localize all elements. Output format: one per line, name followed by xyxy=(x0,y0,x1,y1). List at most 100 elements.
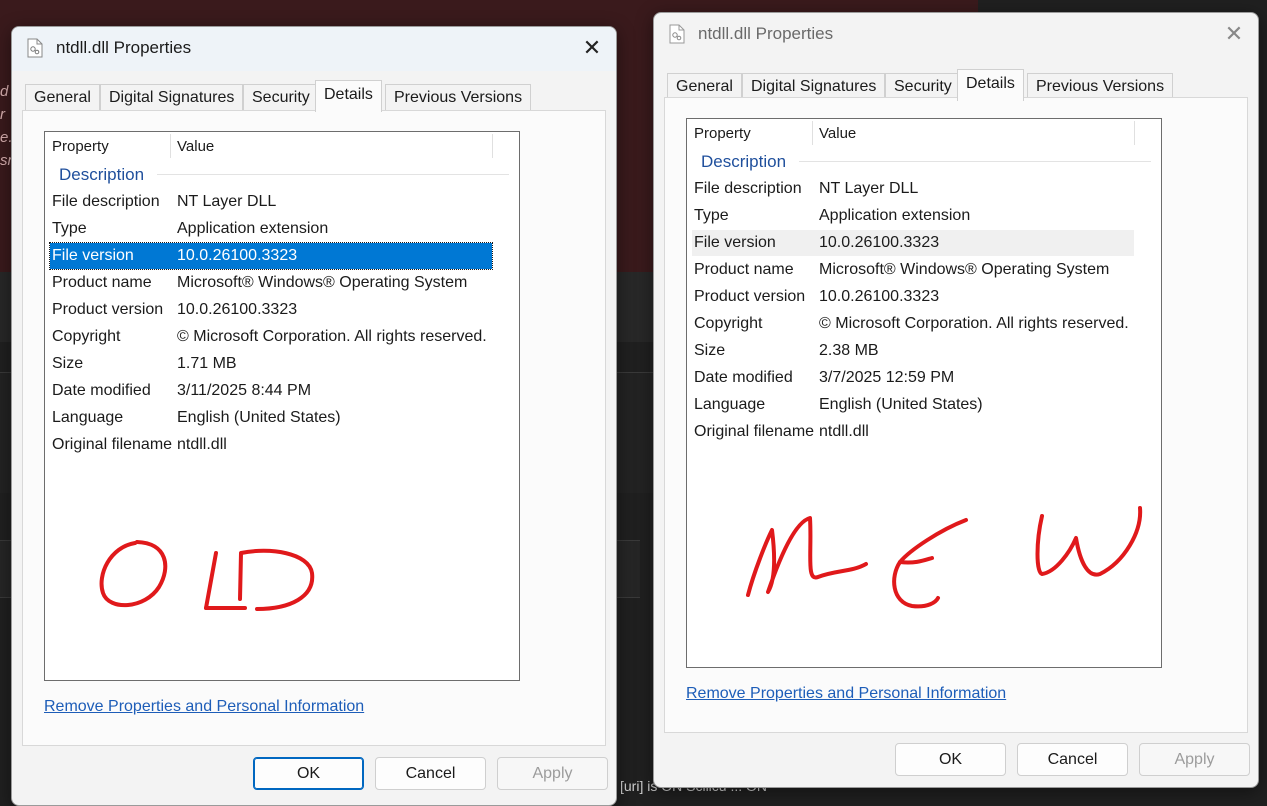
tab-digital-signatures[interactable]: Digital Signatures xyxy=(100,84,244,111)
table-row-selected[interactable]: File version 10.0.26100.3323 xyxy=(49,242,493,270)
window-title: ntdll.dll Properties xyxy=(698,24,834,43)
column-divider[interactable] xyxy=(170,134,171,158)
table-row[interactable]: Size 2.38 MB xyxy=(692,338,1134,364)
property-value: 3/7/2025 12:59 PM xyxy=(819,369,955,386)
property-name: File version xyxy=(52,247,134,264)
details-list[interactable]: Property Value Description File descript… xyxy=(686,118,1162,668)
property-value: ntdll.dll xyxy=(177,436,227,453)
table-row[interactable]: Language English (United States) xyxy=(692,392,1134,418)
property-name: Language xyxy=(694,396,766,413)
group-heading: Description xyxy=(701,152,787,171)
table-row[interactable]: Date modified 3/7/2025 12:59 PM xyxy=(692,365,1134,391)
window-title: ntdll.dll Properties xyxy=(56,38,192,57)
property-value: Application extension xyxy=(177,220,329,237)
tab-digital-signatures[interactable]: Digital Signatures xyxy=(742,73,886,100)
property-value: Microsoft® Windows® Operating System xyxy=(819,261,1110,278)
property-value: English (United States) xyxy=(819,396,983,413)
properties-dialog-new: ntdll.dll Properties ✕ General Digital S… xyxy=(653,12,1259,788)
table-row[interactable]: Type Application extension xyxy=(692,203,1134,229)
details-panel: Property Value Description File descript… xyxy=(22,110,606,746)
list-header: Property Value xyxy=(45,132,493,161)
property-value: 1.71 MB xyxy=(177,355,237,372)
apply-button[interactable]: Apply xyxy=(1139,743,1250,776)
property-value: NT Layer DLL xyxy=(819,180,919,197)
column-divider[interactable] xyxy=(812,121,813,145)
column-header-property[interactable]: Property xyxy=(52,138,109,155)
property-name: Copyright xyxy=(52,328,121,345)
property-value: 10.0.26100.3323 xyxy=(819,234,940,251)
apply-button[interactable]: Apply xyxy=(497,757,608,790)
property-value: NT Layer DLL xyxy=(177,193,277,210)
column-header-value[interactable]: Value xyxy=(819,125,856,142)
ok-button[interactable]: OK xyxy=(253,757,364,790)
property-name: Original filename xyxy=(52,436,173,453)
column-divider[interactable] xyxy=(492,134,493,158)
tab-security[interactable]: Security xyxy=(243,84,319,111)
table-row[interactable]: Copyright © Microsoft Corporation. All ri… xyxy=(692,311,1134,337)
column-divider[interactable] xyxy=(1134,121,1135,145)
table-row[interactable]: Original filename ntdll.dll xyxy=(692,419,1134,445)
tab-previous-versions[interactable]: Previous Versions xyxy=(385,84,532,111)
property-name: Copyright xyxy=(694,315,763,332)
property-value: Application extension xyxy=(819,207,971,224)
property-value: Microsoft® Windows® Operating System xyxy=(177,274,468,291)
property-name: File version xyxy=(694,234,776,251)
tab-general[interactable]: General xyxy=(25,84,100,111)
title-bar[interactable]: ntdll.dll Properties ✕ xyxy=(654,13,1258,57)
property-value: 10.0.26100.3323 xyxy=(819,288,940,305)
column-header-property[interactable]: Property xyxy=(694,125,751,142)
property-value: 2.38 MB xyxy=(819,342,879,359)
property-name: Type xyxy=(694,207,729,224)
group-heading: Description xyxy=(59,165,145,184)
property-name: Product version xyxy=(52,301,164,318)
property-name: Product name xyxy=(52,274,152,291)
close-icon[interactable]: ✕ xyxy=(1222,22,1246,46)
column-header-value[interactable]: Value xyxy=(177,138,214,155)
table-row[interactable]: Original filename ntdll.dll xyxy=(50,432,492,458)
table-row[interactable]: Product name Microsoft® Windows® Operatin… xyxy=(692,257,1134,283)
ok-button[interactable]: OK xyxy=(895,743,1006,776)
table-row[interactable]: Type Application extension xyxy=(50,216,492,242)
remove-properties-link[interactable]: Remove Properties and Personal Informati… xyxy=(44,698,364,716)
table-row-selected[interactable]: File version 10.0.26100.3323 xyxy=(692,230,1134,256)
property-name: Size xyxy=(52,355,84,372)
tab-security[interactable]: Security xyxy=(885,73,961,100)
property-value: 10.0.26100.3323 xyxy=(177,301,298,318)
table-row[interactable]: Product version 10.0.26100.3323 xyxy=(692,284,1134,310)
list-header: Property Value xyxy=(687,119,1135,148)
table-row[interactable]: File description NT Layer DLL xyxy=(692,176,1134,202)
tab-details[interactable]: Details xyxy=(957,69,1024,101)
remove-properties-link[interactable]: Remove Properties and Personal Informati… xyxy=(686,685,1006,703)
details-list[interactable]: Property Value Description File descript… xyxy=(44,131,520,681)
property-value: 3/11/2025 8:44 PM xyxy=(177,382,312,399)
cancel-button[interactable]: Cancel xyxy=(1017,743,1128,776)
property-name: Date modified xyxy=(694,369,793,386)
group-divider xyxy=(799,161,1151,162)
table-row[interactable]: Date modified 3/11/2025 8:44 PM xyxy=(50,378,492,404)
details-panel: Property Value Description File descript… xyxy=(664,97,1248,733)
tab-general[interactable]: General xyxy=(667,73,742,100)
property-name: File description xyxy=(52,193,160,210)
tab-previous-versions[interactable]: Previous Versions xyxy=(1027,73,1174,100)
property-name: Size xyxy=(694,342,726,359)
dll-file-icon xyxy=(27,38,43,58)
table-row[interactable]: Copyright © Microsoft Corporation. All ri… xyxy=(50,324,492,350)
property-name: Language xyxy=(52,409,124,426)
table-row[interactable]: Product version 10.0.26100.3323 xyxy=(50,297,492,323)
table-row[interactable]: Product name Microsoft® Windows® Operatin… xyxy=(50,270,492,296)
property-name: File description xyxy=(694,180,802,197)
table-row[interactable]: Size 1.71 MB xyxy=(50,351,492,377)
property-value: English (United States) xyxy=(177,409,341,426)
cancel-button[interactable]: Cancel xyxy=(375,757,486,790)
close-icon[interactable]: ✕ xyxy=(580,36,604,60)
properties-dialog-old: ntdll.dll Properties ✕ General Digital S… xyxy=(11,26,617,806)
table-row[interactable]: Language English (United States) xyxy=(50,405,492,431)
property-name: Date modified xyxy=(52,382,151,399)
tab-details[interactable]: Details xyxy=(315,80,382,112)
property-name: Original filename xyxy=(694,423,815,440)
property-value: © Microsoft Corporation. All rights rese… xyxy=(819,315,1129,332)
title-bar[interactable]: ntdll.dll Properties ✕ xyxy=(12,27,616,71)
table-row[interactable]: File description NT Layer DLL xyxy=(50,189,492,215)
dll-file-icon xyxy=(669,24,685,44)
property-value: 10.0.26100.3323 xyxy=(177,247,298,264)
